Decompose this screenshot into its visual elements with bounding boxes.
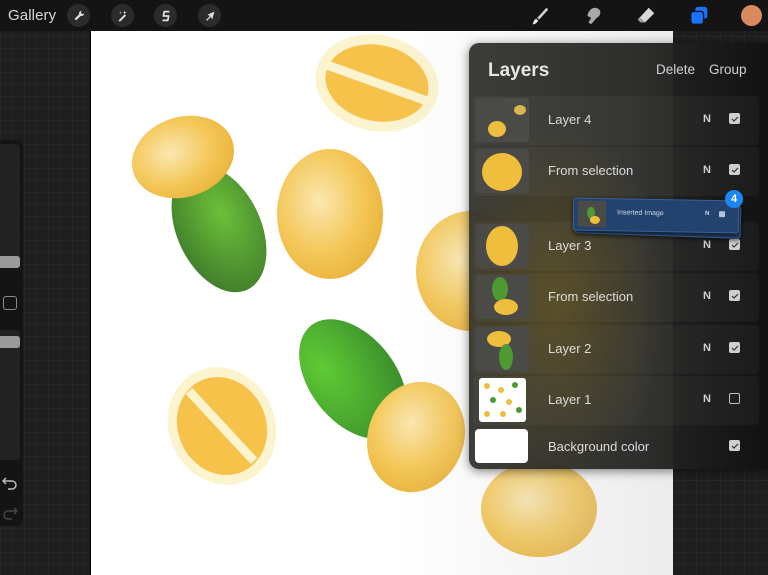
delete-button[interactable]: Delete [656, 62, 695, 77]
wrench-icon [74, 10, 84, 20]
layer-row[interactable]: Layer 2 N [473, 325, 759, 374]
brush-tool[interactable] [528, 4, 552, 28]
check-icon [731, 345, 738, 351]
dragged-layer-thumbnail [577, 200, 607, 228]
gallery-button[interactable]: Gallery [8, 7, 56, 24]
brush-size-thumb[interactable] [0, 256, 20, 268]
layer-name: Layer 2 [548, 341, 592, 356]
layer-row[interactable]: Background color [473, 428, 759, 468]
color-picker-button[interactable] [741, 5, 762, 26]
layer-row[interactable]: From selection N [473, 273, 759, 322]
lemon-with-leaf-1 [132, 115, 267, 293]
dragged-layer-blend: N [704, 210, 710, 217]
layer-name: From selection [548, 163, 634, 178]
redo-icon[interactable] [2, 506, 18, 520]
selection-button[interactable] [154, 4, 177, 27]
layer-row[interactable]: From selection N [473, 147, 759, 196]
layer-name: Background color [548, 439, 650, 454]
layer-thumbnail [476, 149, 529, 193]
transform-button[interactable] [198, 4, 221, 27]
smudge-tool[interactable] [581, 4, 605, 28]
layer-thumbnail [476, 224, 529, 268]
layers-tool[interactable] [687, 4, 711, 28]
layer-row[interactable]: Layer 4 N [473, 96, 759, 145]
blend-mode[interactable]: N [703, 393, 711, 405]
dragged-layer-name: Inserted Image [616, 209, 664, 218]
visibility-checkbox[interactable] [729, 164, 740, 175]
check-icon [731, 242, 738, 248]
arrow-cursor-icon [205, 11, 214, 21]
smudge-finger-icon [587, 7, 601, 25]
visibility-checkbox[interactable] [729, 393, 740, 404]
left-sidebar [0, 140, 23, 526]
layer-name: Layer 1 [548, 392, 592, 407]
visibility-checkbox[interactable] [729, 342, 740, 353]
opacity-thumb[interactable] [0, 336, 20, 348]
layer-thumbnail [476, 98, 529, 142]
visibility-checkbox[interactable] [729, 290, 740, 301]
layers-icon [690, 6, 708, 25]
eraser-icon [637, 7, 655, 23]
layer-row[interactable]: Layer 1 N [473, 376, 759, 425]
top-toolbar: Gallery [0, 0, 768, 31]
layer-name: Layer 4 [548, 112, 592, 127]
blend-mode[interactable]: N [703, 239, 711, 251]
lemon-center [277, 149, 383, 279]
blend-mode[interactable]: N [703, 290, 711, 302]
adjustments-button[interactable] [111, 4, 134, 27]
drag-count-badge: 4 [725, 190, 743, 208]
visibility-checkbox[interactable] [729, 440, 740, 451]
blend-mode[interactable]: N [703, 113, 711, 125]
layer-name: From selection [548, 289, 634, 304]
panel-title: Layers [488, 60, 550, 81]
eraser-tool[interactable] [634, 4, 658, 28]
check-icon [731, 167, 738, 173]
layers-panel: Layers Delete Group Layer 4 N From selec… [469, 43, 768, 469]
visibility-checkbox[interactable] [729, 239, 740, 250]
brush-icon [532, 7, 549, 25]
blend-mode[interactable]: N [703, 342, 711, 354]
actions-button[interactable] [67, 4, 90, 27]
visibility-checkbox[interactable] [729, 113, 740, 124]
dragged-layer-visibility [718, 211, 726, 218]
opacity-slider[interactable] [0, 330, 20, 460]
dragged-layer[interactable]: Inserted Image N [572, 197, 740, 234]
blend-mode[interactable]: N [703, 164, 711, 176]
group-button[interactable]: Group [709, 62, 747, 77]
check-icon [731, 293, 738, 299]
check-icon [731, 116, 738, 122]
undo-icon[interactable] [2, 476, 18, 490]
layer-thumbnail [476, 327, 529, 371]
modify-button[interactable] [3, 296, 17, 310]
layer-thumbnail [476, 275, 529, 319]
background-color-swatch[interactable] [475, 429, 528, 463]
check-icon [731, 443, 738, 449]
selection-s-icon [162, 10, 169, 21]
magic-wand-icon [118, 10, 126, 22]
layer-name: Layer 3 [548, 238, 592, 253]
lemon-half-bottom [167, 367, 277, 485]
brush-size-slider[interactable] [0, 144, 20, 268]
layer-thumbnail [479, 378, 526, 422]
